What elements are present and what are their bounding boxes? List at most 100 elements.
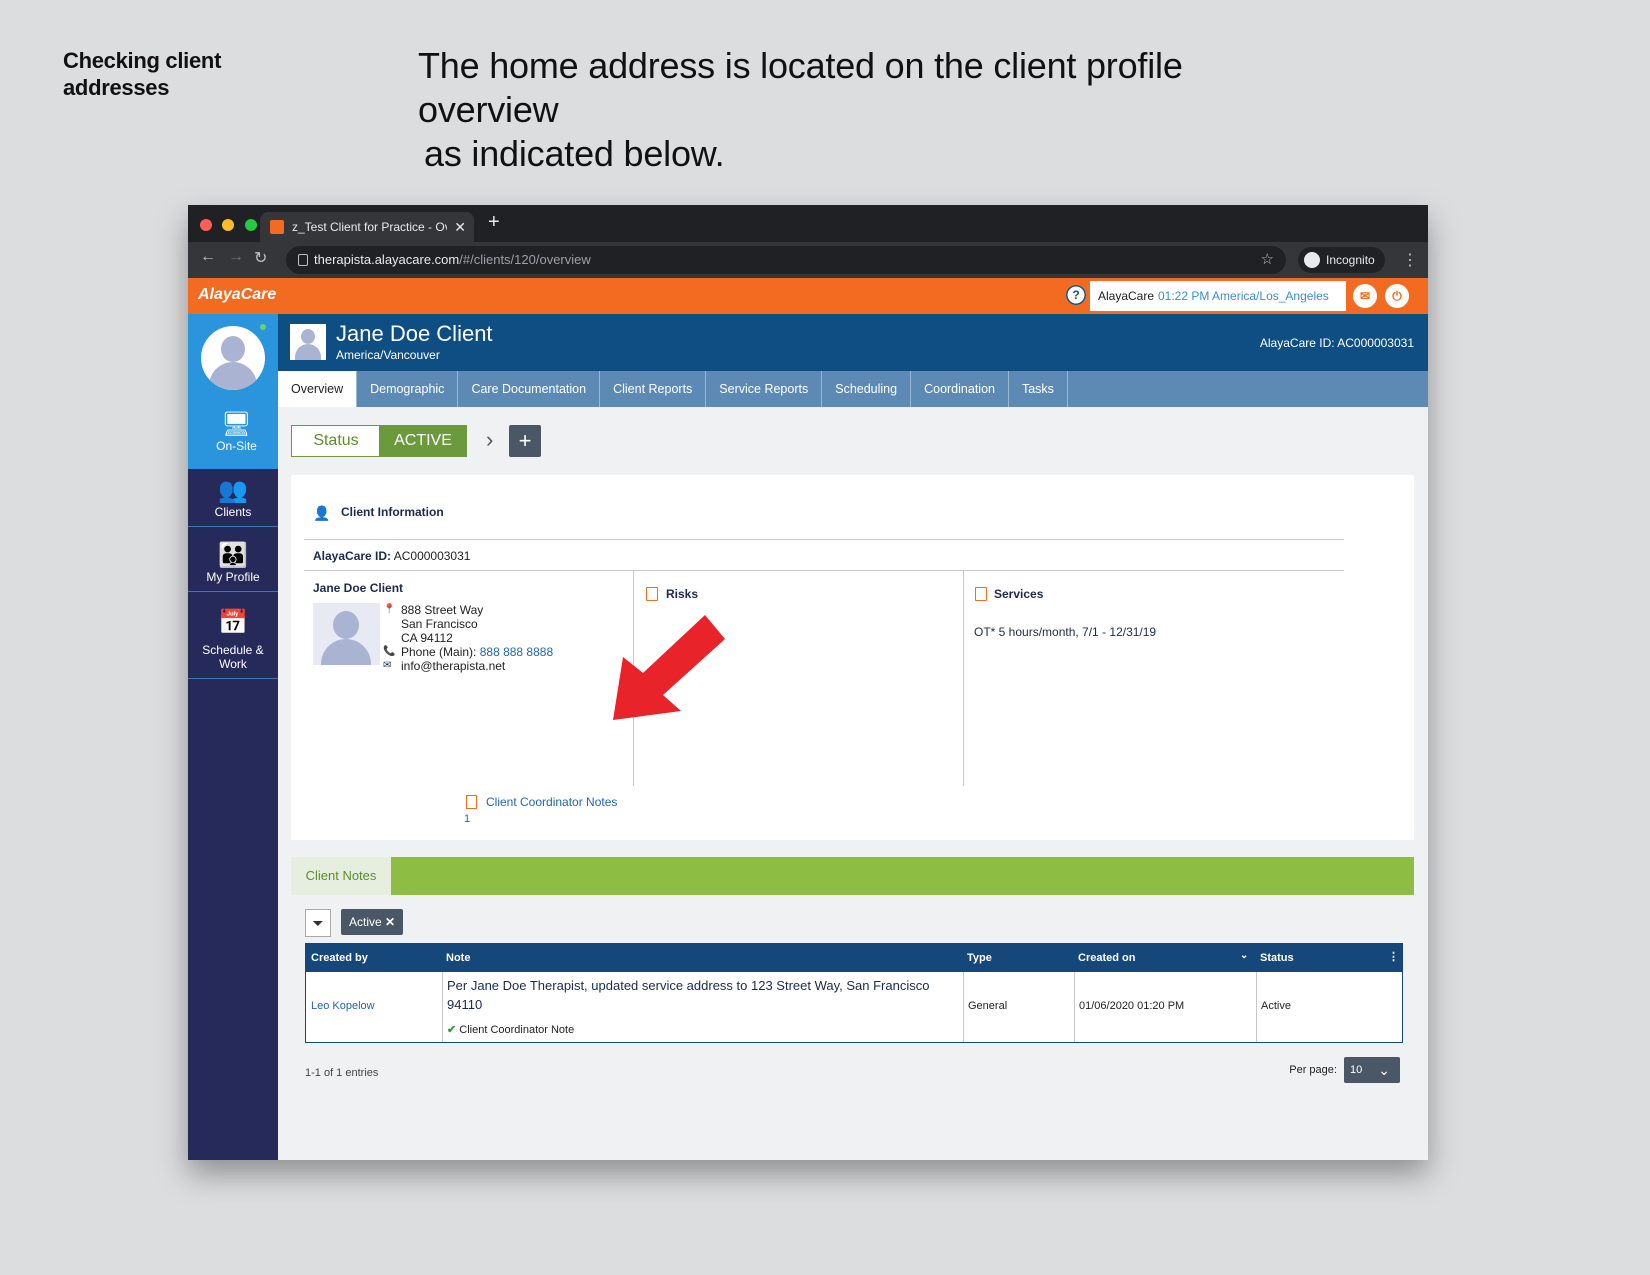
address-line2: San Francisco (401, 617, 478, 631)
entries-count: 1-1 of 1 entries (305, 1067, 379, 1079)
tab-tasks[interactable]: Tasks (1009, 371, 1068, 407)
client-name: Jane Doe Client (313, 581, 404, 595)
sidebar-item-label: My Profile (206, 570, 260, 584)
browser-menu-icon[interactable]: ⋮ (1402, 250, 1418, 270)
tab-coordination[interactable]: Coordination (911, 371, 1009, 407)
url-path: /#/clients/120/overview (459, 252, 591, 267)
add-button[interactable]: + (509, 425, 541, 457)
tab-client-reports[interactable]: Client Reports (600, 371, 707, 407)
column-menu-icon[interactable]: ⋮ (1388, 950, 1399, 963)
services-icon (975, 587, 987, 601)
help-icon[interactable]: ? (1066, 285, 1086, 305)
cell-created-on: 01/06/2020 01:20 PM (1074, 972, 1257, 1042)
table-header: Created by Note Type Created on ⌄ Status… (306, 944, 1402, 972)
note-type: General (968, 1000, 1008, 1012)
bookmark-star-icon[interactable]: ☆ (1261, 246, 1274, 274)
slide-heading-line2: as indicated below. (424, 133, 725, 174)
incognito-icon (1304, 252, 1320, 268)
checkmark-icon: ✔ (447, 1024, 457, 1036)
close-tab-icon[interactable]: ✕ (454, 212, 466, 242)
column-header[interactable]: Note (446, 952, 470, 964)
email-row: ✉ info@therapista.net (383, 659, 553, 673)
coordinator-notes-link[interactable]: Client Coordinator Notes (486, 795, 617, 809)
client-information-card: 👤 Client Information AlayaCare ID: AC000… (291, 475, 1414, 840)
app-topbar: AlayaCare ? AlayaCare 01:22 PM America/L… (188, 278, 1428, 314)
notes-table: Created by Note Type Created on ⌄ Status… (305, 943, 1403, 1043)
filter-chip-active[interactable]: Active ✕ (341, 909, 404, 935)
filter-icon[interactable]: ⏷ (305, 909, 331, 937)
sidebar-item-my-profile[interactable]: 👪 My Profile (188, 542, 278, 592)
sort-desc-icon[interactable]: ⌄ (1240, 950, 1248, 961)
phone-icon: 📞 (383, 646, 396, 657)
logout-icon[interactable]: ⏻ (1385, 284, 1409, 308)
clients-icon: 👥 (218, 477, 248, 504)
chevron-down-icon: ⌄ (1378, 1062, 1390, 1078)
per-page-value: 10 (1350, 1064, 1363, 1076)
back-arrow-icon[interactable]: ← (200, 248, 216, 266)
column-header[interactable]: Created by (311, 952, 368, 964)
services-title: Services (994, 587, 1044, 601)
chip-close-icon[interactable]: ✕ (385, 915, 395, 929)
client-id-row: AlayaCare ID: AC000003031 (313, 549, 470, 563)
address-bar[interactable]: therapista.alayacare.com/#/clients/120/o… (286, 246, 1286, 274)
close-window-button[interactable] (200, 219, 212, 231)
sidebar-divider (188, 591, 278, 592)
notes-icon (466, 795, 477, 809)
new-tab-button[interactable]: + (488, 211, 500, 234)
client-notes-tab[interactable]: Client Notes (291, 857, 391, 895)
browser-tab-strip: z_Test Client for Practice - Ove ✕ + (188, 205, 1428, 242)
client-header-timezone: America/Vancouver (336, 348, 440, 362)
sidebar-item-label: Schedule & Work (202, 643, 264, 671)
column-header[interactable]: Created on (1078, 952, 1135, 964)
column-header[interactable]: Status (1260, 952, 1294, 964)
service-item[interactable]: OT* 5 hours/month, 7/1 - 12/31/19 (974, 625, 1156, 639)
sidebar-item-on-site[interactable]: 🖥 On-Site (188, 411, 285, 453)
coordinator-notes-count[interactable]: 1 (464, 813, 470, 825)
client-photo (313, 603, 380, 665)
favicon-icon (270, 220, 284, 234)
tab-overview[interactable]: Overview (278, 371, 358, 407)
tab-service-reports[interactable]: Service Reports (706, 371, 823, 407)
profile-icon: 👪 (218, 542, 248, 569)
clipboard-icon (646, 587, 658, 601)
user-time: 01:22 PM America/Los_Angeles (1158, 281, 1329, 311)
email-value[interactable]: info@therapista.net (401, 659, 505, 673)
cell-status: Active (1256, 972, 1400, 1042)
incognito-label: Incognito (1326, 253, 1375, 267)
map-pin-icon: 📍 (383, 604, 396, 615)
alayacare-logo[interactable]: AlayaCare (198, 286, 276, 304)
minimize-window-button[interactable] (222, 219, 235, 231)
table-row[interactable]: Leo Kopelow Per Jane Doe Therapist, upda… (306, 972, 1402, 1042)
sidebar-item-label: Clients (214, 505, 252, 519)
user-info-box[interactable]: AlayaCare 01:22 PM America/Los_Angeles (1090, 281, 1346, 311)
forward-arrow-icon[interactable]: → (228, 248, 244, 266)
tab-care-documentation[interactable]: Care Documentation (458, 371, 601, 407)
incognito-badge[interactable]: Incognito (1298, 247, 1385, 273)
client-id-label: AlayaCare ID: (313, 549, 392, 563)
client-notes-section: Client Notes ⏷ Active ✕ Created by Note … (291, 857, 1414, 1092)
user-avatar[interactable] (201, 326, 265, 390)
lock-icon (298, 254, 308, 266)
online-status-dot (260, 324, 266, 330)
tab-demographic[interactable]: Demographic (357, 371, 459, 407)
mail-icon[interactable]: ✉ (1353, 284, 1377, 308)
column-header[interactable]: Type (967, 952, 992, 964)
sidebar-item-clients[interactable]: 👥 Clients (188, 477, 278, 527)
client-contact: 📍 888 Street Way San Francisco CA 94112 … (383, 603, 553, 673)
calendar-icon: 📅 (218, 609, 248, 636)
sidebar-item-schedule[interactable]: 📅 Schedule & Work (188, 609, 278, 679)
url-host: therapista.alayacare.com (314, 252, 460, 267)
created-by-link[interactable]: Leo Kopelow (311, 1000, 375, 1012)
note-created-on: 01/06/2020 01:20 PM (1079, 1000, 1185, 1012)
phone-link[interactable]: 888 888 8888 (480, 645, 553, 659)
per-page-select[interactable]: 10 ⌄ (1344, 1057, 1400, 1083)
tab-scheduling[interactable]: Scheduling (822, 371, 912, 407)
client-info-icon: 👤 (313, 505, 331, 521)
status-value[interactable]: ACTIVE (379, 425, 467, 457)
status-label[interactable]: Status (291, 425, 381, 457)
maximize-window-button[interactable] (244, 219, 257, 231)
reload-icon[interactable]: ↻ (254, 248, 267, 268)
slide-heading-line1: The home address is located on the clien… (418, 45, 1183, 130)
home-address: 📍 888 Street Way San Francisco CA 94112 (383, 603, 553, 645)
browser-tab[interactable]: z_Test Client for Practice - Ove ✕ (260, 212, 474, 242)
